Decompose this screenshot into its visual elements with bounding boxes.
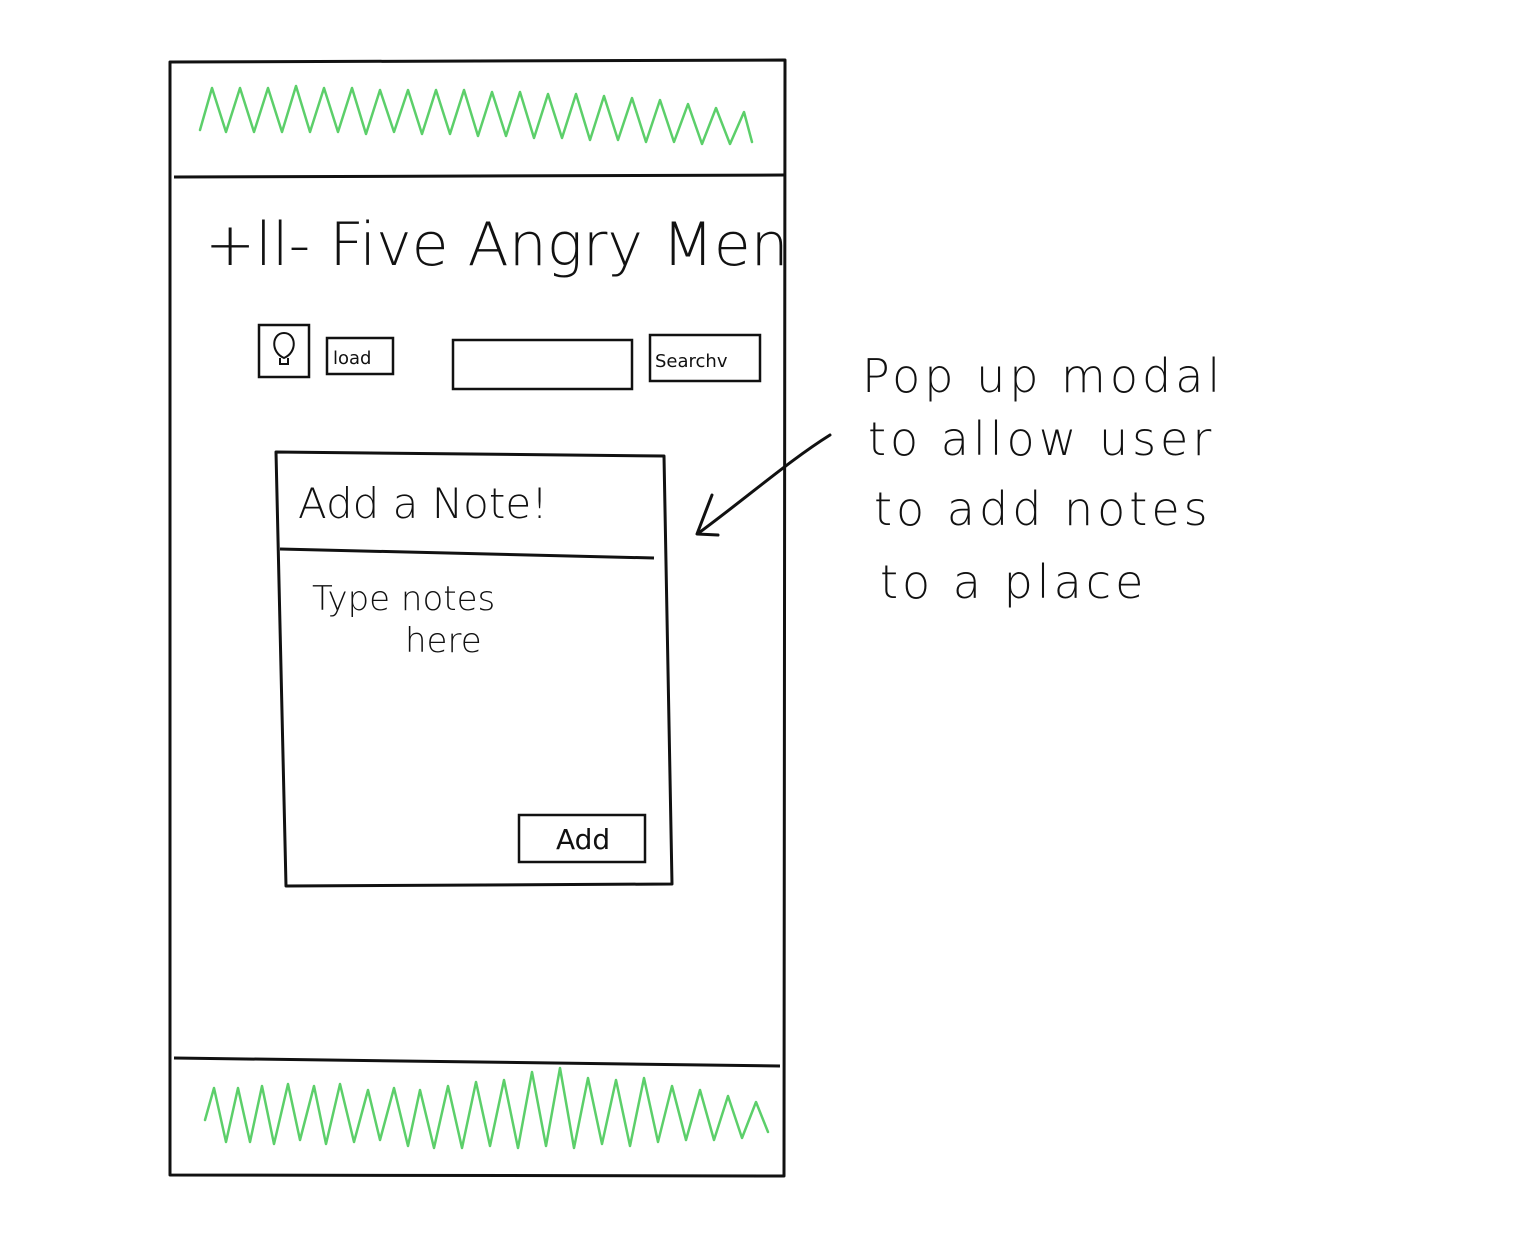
note-placeholder-line1: Type notes — [312, 579, 495, 619]
footer-divider — [173, 1056, 781, 1068]
add-button[interactable]: Add — [517, 813, 647, 864]
add-note-modal: Add a Note! Type notes here Add — [274, 450, 674, 888]
annotation-line2: to allow user — [868, 412, 1215, 466]
annotation-line3: to add notes — [874, 482, 1212, 536]
search-button[interactable]: Searchv — [648, 333, 762, 383]
header-divider — [173, 173, 786, 179]
annotation-arrow — [695, 433, 832, 537]
app-title: +ll- Five Angry Men — [205, 210, 789, 280]
annotation-line4: to a place — [880, 555, 1147, 609]
search-button-label: Searchv — [655, 351, 728, 372]
note-placeholder-line2: here — [405, 621, 482, 661]
footer-scribble — [203, 1066, 770, 1150]
lightbulb-button[interactable] — [257, 323, 311, 379]
annotation-line1: Pop up modal — [862, 349, 1224, 403]
load-button-label: load — [333, 348, 371, 369]
wireframe-sketch: +ll- Five Angry Men load Searchv Add a N… — [168, 58, 1224, 1178]
add-button-label: Add — [556, 823, 610, 856]
header-scribble — [198, 84, 754, 146]
search-input[interactable] — [451, 338, 634, 391]
modal-title: Add a Note! — [298, 479, 548, 528]
load-button[interactable]: load — [325, 336, 395, 376]
